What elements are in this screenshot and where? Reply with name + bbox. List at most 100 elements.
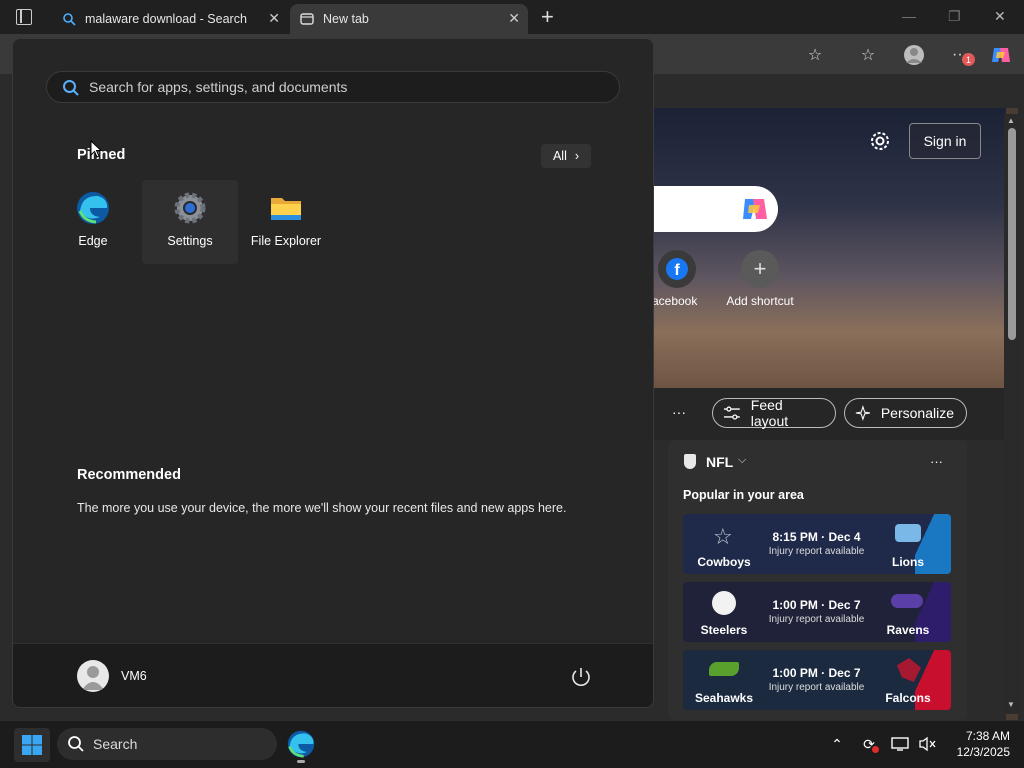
notification-badge: 1: [962, 53, 975, 66]
steelers-logo-icon: [712, 591, 736, 615]
nfl-card-subtitle: Popular in your area: [683, 488, 804, 502]
sign-in-button[interactable]: Sign in: [909, 123, 981, 159]
running-indicator: [297, 760, 305, 763]
sparkle-icon: [855, 405, 871, 421]
start-menu-footer: [13, 643, 653, 707]
scroll-up-icon[interactable]: ▲: [1007, 116, 1015, 125]
all-apps-button[interactable]: All ›: [541, 144, 591, 168]
tab-search[interactable]: malaware download - Search ✕: [52, 4, 288, 34]
facebook-icon: f: [658, 250, 696, 288]
mouse-cursor-icon: [90, 140, 102, 158]
speaker-muted-icon[interactable]: [917, 734, 937, 754]
close-window-button[interactable]: ✕: [994, 8, 1006, 25]
folder-icon: [271, 198, 301, 220]
recommended-empty-text: The more you use your device, the more w…: [77, 501, 567, 515]
search-icon: [63, 13, 76, 26]
seahawk-logo-icon: [709, 662, 739, 676]
away-team: Ravens: [886, 623, 930, 637]
scrollbar-thumb[interactable]: [1008, 128, 1016, 340]
start-button[interactable]: [14, 728, 50, 762]
chevron-up-icon[interactable]: ⌃: [827, 734, 847, 754]
pinned-app-edge[interactable]: Edge: [45, 180, 141, 264]
profile-icon[interactable]: [903, 44, 925, 66]
add-shortcut-button[interactable]: + Add shortcut: [722, 250, 798, 308]
settings-gear-icon[interactable]: [868, 129, 892, 153]
all-apps-label: All: [552, 149, 567, 163]
plus-icon: +: [741, 250, 779, 288]
shortcut-label: Add shortcut: [726, 294, 794, 308]
game-time: 1:00 PM · Dec 7: [772, 666, 861, 680]
favorite-star-icon[interactable]: ☆: [804, 44, 826, 66]
nfl-card-title[interactable]: NFL: [706, 454, 733, 470]
chevron-right-icon: ›: [574, 149, 580, 163]
close-tab-icon[interactable]: ✕: [508, 10, 520, 27]
sync-alert-dot: [872, 746, 879, 753]
scroll-down-icon[interactable]: ▼: [1007, 700, 1015, 709]
search-icon: [63, 80, 79, 96]
shortcut-facebook[interactable]: f Facebook: [645, 250, 704, 308]
sliders-icon: [723, 406, 740, 420]
restore-button[interactable]: ❐: [948, 8, 961, 25]
raven-logo-icon: [891, 594, 923, 608]
tab-new-tab[interactable]: New tab ✕: [290, 4, 528, 34]
lion-logo-icon: [895, 524, 921, 542]
game-note: Injury report available: [768, 614, 865, 625]
user-name[interactable]: VM6: [121, 669, 147, 683]
clock-time: 7:38 AM: [965, 729, 1010, 743]
game-card[interactable]: ☆ 8:15 PM · Dec 4 Injury report availabl…: [683, 514, 951, 574]
favorites-icon[interactable]: ☆: [857, 44, 879, 66]
copilot-icon[interactable]: [740, 195, 770, 223]
tab-actions-icon[interactable]: [16, 9, 32, 25]
windows-logo-icon: [22, 735, 42, 755]
search-icon: [68, 736, 84, 752]
home-team: Seahawks: [694, 691, 754, 705]
power-icon[interactable]: [569, 665, 593, 689]
feed-layout-button[interactable]: Feed layout: [712, 397, 836, 429]
recommended-heading: Recommended: [77, 467, 181, 483]
system-clock[interactable]: 7:38 AM 12/3/2025: [946, 728, 1010, 760]
tab-title: New tab: [323, 12, 369, 26]
pinned-app-file-explorer[interactable]: File Explorer: [238, 180, 334, 264]
edge-icon: [77, 192, 109, 224]
nfl-card-more-button[interactable]: ···: [930, 454, 943, 469]
pinned-app-settings[interactable]: Settings: [142, 180, 238, 264]
home-team: Cowboys: [697, 555, 751, 569]
game-time: 8:15 PM · Dec 4: [772, 530, 861, 544]
start-menu: Search for apps, settings, and documents…: [12, 38, 654, 708]
web-search-box[interactable]: [654, 186, 778, 232]
feed-layout-label: Feed layout: [750, 397, 789, 429]
monitor-icon[interactable]: [890, 734, 910, 754]
feed-more-button[interactable]: ···: [672, 404, 686, 420]
nfl-logo-icon: [684, 454, 696, 469]
home-team: Steelers: [700, 623, 748, 637]
game-note: Injury report available: [768, 546, 865, 557]
game-card[interactable]: 1:00 PM · Dec 7 Injury report available …: [683, 650, 951, 710]
search-placeholder: Search for apps, settings, and documents: [89, 79, 348, 95]
close-tab-icon[interactable]: ✕: [268, 10, 280, 27]
minimize-button[interactable]: —: [902, 8, 916, 24]
clock-date: 12/3/2025: [956, 745, 1010, 759]
tab-title: malaware download - Search: [85, 12, 247, 26]
start-search-input[interactable]: Search for apps, settings, and documents: [46, 71, 620, 103]
personalize-label: Personalize: [880, 405, 954, 421]
app-label: File Explorer: [250, 234, 322, 248]
browser-tab-strip: malaware download - Search ✕ New tab ✕ +…: [0, 0, 1024, 34]
away-team: Falcons: [885, 691, 931, 705]
game-card[interactable]: 1:00 PM · Dec 7 Injury report available …: [683, 582, 951, 642]
settings-gear-icon: [174, 192, 206, 224]
chevron-down-icon[interactable]: ⌵: [738, 454, 746, 467]
game-time: 1:00 PM · Dec 7: [772, 598, 861, 612]
new-tab-button[interactable]: +: [541, 4, 554, 30]
away-team: Lions: [892, 555, 924, 569]
personalize-button[interactable]: Personalize: [844, 398, 967, 428]
app-label: Edge: [78, 234, 108, 248]
avatar[interactable]: [77, 660, 109, 692]
game-note: Injury report available: [768, 682, 865, 693]
app-label: Settings: [167, 234, 213, 248]
edge-icon[interactable]: [286, 729, 316, 759]
taskbar-search-box[interactable]: Search: [57, 728, 277, 760]
taskbar-search-label: Search: [93, 736, 138, 752]
copilot-icon[interactable]: [990, 44, 1012, 66]
newtab-icon: [300, 13, 314, 25]
star-logo-icon: ☆: [713, 524, 733, 549]
